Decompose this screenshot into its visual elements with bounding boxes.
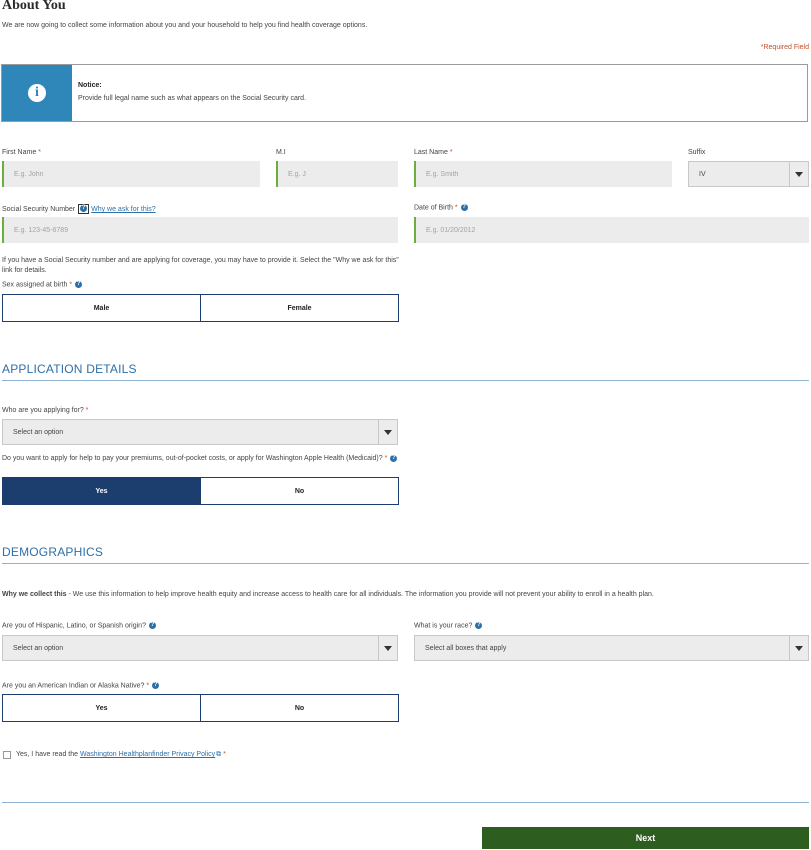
native-option-no[interactable]: No	[200, 695, 398, 721]
section-divider	[2, 380, 809, 381]
ssn-input[interactable]	[2, 217, 398, 243]
hispanic-help-icon[interactable]: ?	[148, 622, 156, 629]
footer-divider	[2, 802, 809, 803]
help-option-yes[interactable]: Yes	[3, 478, 200, 504]
page-title: About You	[2, 0, 66, 13]
race-help-icon[interactable]: ?	[475, 622, 483, 629]
required-field-legend: *Required Field	[760, 44, 809, 51]
application-details-heading: APPLICATION DETAILS	[2, 362, 137, 376]
mi-input[interactable]	[276, 161, 398, 187]
notice-box: i Notice: Provide full legal name such a…	[1, 64, 808, 122]
last-name-input[interactable]	[414, 161, 672, 187]
demographics-heading: DEMOGRAPHICS	[2, 545, 104, 559]
notice-icon-panel: i	[2, 65, 72, 121]
privacy-policy-link[interactable]: Washington Healthplanfinder Privacy Poli…	[80, 751, 215, 758]
notice-title: Notice:	[78, 82, 102, 89]
native-toggle: Yes No	[2, 694, 399, 722]
privacy-checkbox[interactable]	[3, 751, 11, 759]
page-intro: We are now going to collect some informa…	[2, 22, 368, 29]
privacy-label: Yes, I have read the Washington Healthpl…	[16, 751, 226, 758]
ssn-help-icon[interactable]: ?	[78, 204, 90, 215]
suffix-value: IV	[699, 170, 706, 178]
external-link-icon: ⧉	[216, 751, 222, 758]
sex-toggle: Male Female	[2, 294, 399, 322]
chevron-down-icon	[378, 420, 397, 444]
sex-option-male[interactable]: Male	[3, 295, 200, 321]
help-question-label: Do you want to apply for help to pay you…	[2, 454, 398, 462]
race-label: What is your race??	[414, 622, 483, 630]
why-we-ask-link[interactable]: Why we ask for this?	[91, 206, 156, 213]
help-toggle: Yes No	[2, 477, 399, 505]
native-option-yes[interactable]: Yes	[3, 695, 200, 721]
dob-input[interactable]	[414, 217, 809, 243]
notice-text: Provide full legal name such as what app…	[78, 95, 307, 102]
ssn-label: Social Security Number? Why we ask for t…	[2, 204, 156, 215]
applying-for-select[interactable]: Select an option	[2, 419, 398, 445]
native-label: Are you an American Indian or Alaska Nat…	[2, 682, 160, 690]
dob-label: Date of Birth *?	[414, 204, 468, 212]
why-collect-text: Why we collect this - We use this inform…	[2, 591, 654, 598]
last-name-label: Last Name *	[414, 149, 453, 156]
first-name-label: First Name *	[2, 149, 41, 156]
help-option-no[interactable]: No	[200, 478, 398, 504]
chevron-down-icon	[789, 162, 808, 186]
help-question-icon[interactable]: ?	[390, 454, 398, 462]
next-button[interactable]: Next	[482, 827, 809, 849]
info-icon: i	[28, 84, 46, 102]
mi-label: M.I	[276, 149, 286, 156]
chevron-down-icon	[789, 636, 808, 660]
sex-option-female[interactable]: Female	[200, 295, 398, 321]
chevron-down-icon	[378, 636, 397, 660]
section-divider	[2, 563, 809, 564]
dob-help-icon[interactable]: ?	[460, 204, 468, 211]
hispanic-label: Are you of Hispanic, Latino, or Spanish …	[2, 622, 156, 630]
race-select[interactable]: Select all boxes that apply	[414, 635, 809, 661]
sex-help-icon[interactable]: ?	[75, 281, 83, 288]
native-help-icon[interactable]: ?	[152, 682, 160, 689]
suffix-label: Suffix	[688, 149, 706, 156]
hispanic-value: Select an option	[13, 644, 64, 652]
ssn-helper-text: If you have a Social Security number and…	[2, 257, 399, 274]
applying-for-value: Select an option	[13, 428, 64, 436]
applying-for-label: Who are you applying for? *	[2, 407, 89, 414]
first-name-input[interactable]	[2, 161, 260, 187]
hispanic-select[interactable]: Select an option	[2, 635, 398, 661]
suffix-select[interactable]: IV	[688, 161, 809, 187]
sex-label: Sex assigned at birth *?	[2, 281, 83, 289]
race-value: Select all boxes that apply	[425, 644, 507, 652]
